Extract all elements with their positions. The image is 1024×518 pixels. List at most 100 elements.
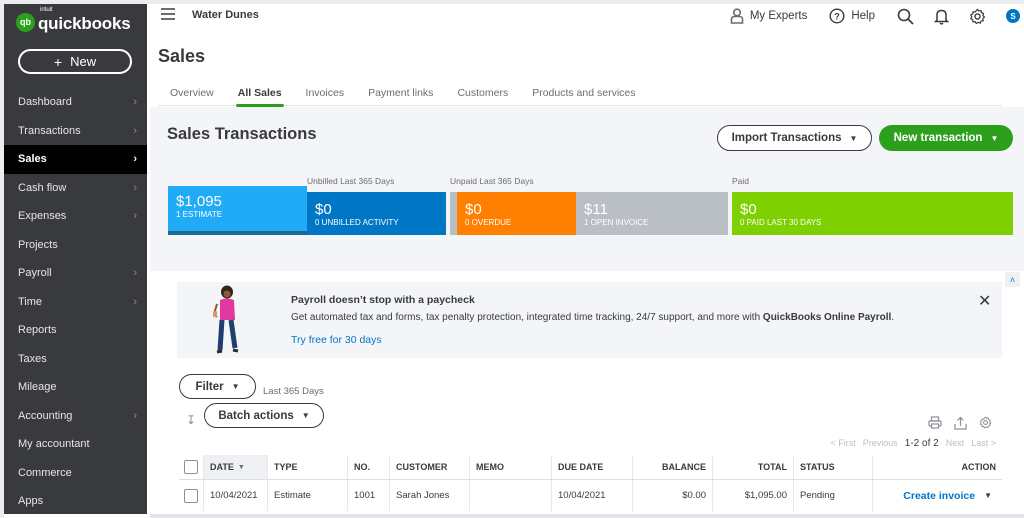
sidebar-item-cash-flow[interactable]: Cash flow › bbox=[4, 174, 147, 203]
header-date[interactable]: DATE ▼ bbox=[204, 455, 268, 479]
header-balance[interactable]: BALANCE bbox=[633, 455, 713, 479]
quickbooks-logo[interactable]: qb intuit quickbooks bbox=[16, 7, 131, 34]
estimate-bar[interactable]: $1,095 1 ESTIMATE bbox=[168, 186, 307, 235]
row-select-cell bbox=[179, 480, 204, 511]
header-memo[interactable]: MEMO bbox=[470, 455, 552, 479]
first-page-link[interactable]: < First bbox=[831, 438, 856, 449]
sidebar-item-taxes[interactable]: Taxes bbox=[4, 345, 147, 374]
open-invoice-bar[interactable]: $11 1 OPEN INVOICE bbox=[576, 192, 728, 235]
collapse-up-icon[interactable]: ˄ bbox=[1005, 272, 1020, 287]
row-checkbox[interactable] bbox=[184, 488, 198, 503]
previous-page-link[interactable]: Previous bbox=[863, 438, 898, 449]
my-experts-link[interactable]: My Experts bbox=[730, 8, 808, 24]
sidebar-item-my-accountant[interactable]: My accountant bbox=[4, 430, 147, 459]
filter-label: Filter bbox=[195, 380, 224, 393]
select-all-checkbox[interactable] bbox=[184, 460, 198, 474]
sidebar-item-expenses[interactable]: Expenses › bbox=[4, 202, 147, 231]
new-button[interactable]: + New bbox=[18, 49, 132, 74]
open-invoice-amount: $11 bbox=[584, 201, 608, 218]
intuit-label: intuit bbox=[40, 7, 53, 13]
import-transactions-label: Import Transactions bbox=[731, 132, 842, 144]
unbilled-bar[interactable]: $0 0 UNBILLED ACTIVITY bbox=[307, 192, 446, 235]
cell-memo bbox=[470, 480, 552, 511]
qb-badge-icon: qb bbox=[16, 12, 35, 32]
help-link[interactable]: ? Help bbox=[829, 8, 875, 24]
create-invoice-link[interactable]: Create invoice bbox=[903, 490, 975, 502]
promo-text: Get automated tax and forms, tax penalty… bbox=[291, 312, 894, 323]
action-dropdown-icon[interactable]: ▼ bbox=[984, 491, 992, 500]
header-due-date[interactable]: DUE DATE bbox=[552, 455, 633, 479]
hamburger-menu-icon[interactable] bbox=[161, 8, 175, 23]
export-button[interactable] bbox=[954, 416, 967, 430]
chevron-right-icon: › bbox=[133, 210, 137, 223]
tab-payment-links[interactable]: Payment links bbox=[356, 80, 445, 106]
sidebar-item-label: Apps bbox=[18, 495, 44, 508]
tab-invoices[interactable]: Invoices bbox=[294, 80, 357, 106]
sidebar-item-label: Expenses bbox=[18, 210, 67, 223]
header-status[interactable]: STATUS bbox=[794, 455, 873, 479]
help-question-icon: ? bbox=[829, 8, 845, 24]
tab-products-and-services[interactable]: Products and services bbox=[520, 80, 647, 106]
svg-text:?: ? bbox=[835, 12, 841, 22]
sidebar-item-sales[interactable]: Sales › bbox=[4, 145, 147, 174]
sidebar-item-payroll[interactable]: Payroll › bbox=[4, 259, 147, 288]
batch-actions-button[interactable]: Batch actions ▼ bbox=[204, 403, 324, 428]
header-no[interactable]: NO. bbox=[348, 455, 390, 479]
unpaid-edge-bar bbox=[450, 192, 457, 235]
brand-name: quickbooks bbox=[38, 14, 131, 33]
overdue-bar[interactable]: $0 0 OVERDUE bbox=[457, 192, 576, 235]
sidebar-item-mileage[interactable]: Mileage bbox=[4, 373, 147, 402]
header-type[interactable]: TYPE bbox=[268, 455, 348, 479]
next-page-link[interactable]: Next bbox=[946, 438, 965, 449]
try-free-link[interactable]: Try free for 30 days bbox=[291, 334, 382, 346]
sidebar-item-dashboard[interactable]: Dashboard › bbox=[4, 88, 147, 117]
unbilled-amount: $0 bbox=[315, 201, 332, 218]
user-avatar[interactable]: S bbox=[1006, 9, 1020, 23]
chevron-right-icon: › bbox=[133, 295, 137, 308]
tab-overview[interactable]: Overview bbox=[158, 80, 226, 106]
header-action: ACTION bbox=[961, 462, 997, 472]
sidebar-item-projects[interactable]: Projects bbox=[4, 231, 147, 260]
close-icon[interactable]: ✕ bbox=[978, 291, 991, 311]
chevron-right-icon: › bbox=[133, 153, 137, 166]
header-total[interactable]: TOTAL bbox=[713, 455, 794, 479]
sidebar-item-time[interactable]: Time › bbox=[4, 288, 147, 317]
print-button[interactable] bbox=[928, 416, 942, 430]
search-button[interactable] bbox=[897, 8, 914, 25]
last-page-link[interactable]: Last > bbox=[971, 438, 996, 449]
caret-down-icon: ▼ bbox=[849, 133, 858, 143]
paid-bar[interactable]: $0 0 PAID LAST 30 DAYS bbox=[732, 192, 1013, 235]
table-settings-button[interactable] bbox=[979, 416, 992, 430]
sales-tabs: Overview All Sales Invoices Payment link… bbox=[158, 80, 1002, 107]
settings-button[interactable] bbox=[969, 8, 986, 25]
tab-customers[interactable]: Customers bbox=[445, 80, 520, 106]
overdue-amount: $0 bbox=[465, 201, 482, 218]
new-transaction-button[interactable]: New transaction ▼ bbox=[879, 125, 1013, 151]
sidebar-item-reports[interactable]: Reports bbox=[4, 316, 147, 345]
paid-label: Paid bbox=[732, 176, 750, 186]
sidebar-item-label: Transactions bbox=[18, 124, 81, 137]
chevron-right-icon: › bbox=[133, 409, 137, 422]
chevron-right-icon: › bbox=[133, 124, 137, 137]
promo-product-name: QuickBooks Online Payroll bbox=[762, 312, 892, 323]
sidebar-item-label: Mileage bbox=[18, 381, 57, 394]
batch-actions-label: Batch actions bbox=[218, 409, 294, 422]
sidebar-item-accounting[interactable]: Accounting › bbox=[4, 402, 147, 431]
notifications-button[interactable] bbox=[934, 8, 949, 25]
my-experts-label: My Experts bbox=[749, 10, 808, 22]
search-icon bbox=[897, 8, 914, 25]
sidebar-item-label: Time bbox=[18, 295, 43, 308]
chevron-right-icon: › bbox=[133, 96, 137, 109]
import-transactions-button[interactable]: Import Transactions ▼ bbox=[717, 125, 872, 151]
printer-icon bbox=[928, 416, 942, 429]
new-button-label: New bbox=[70, 54, 97, 69]
header-customer[interactable]: CUSTOMER bbox=[390, 455, 470, 479]
tab-all-sales[interactable]: All Sales bbox=[226, 80, 294, 107]
sidebar-item-apps[interactable]: Apps bbox=[4, 487, 147, 516]
plus-icon: + bbox=[53, 53, 63, 70]
sidebar-item-transactions[interactable]: Transactions › bbox=[4, 117, 147, 146]
sidebar-item-commerce[interactable]: Commerce bbox=[4, 459, 147, 488]
filter-button[interactable]: Filter ▼ bbox=[179, 374, 256, 399]
section-title: Sales Transactions bbox=[167, 125, 317, 143]
cell-action: Create invoice ▼ bbox=[873, 480, 1002, 511]
